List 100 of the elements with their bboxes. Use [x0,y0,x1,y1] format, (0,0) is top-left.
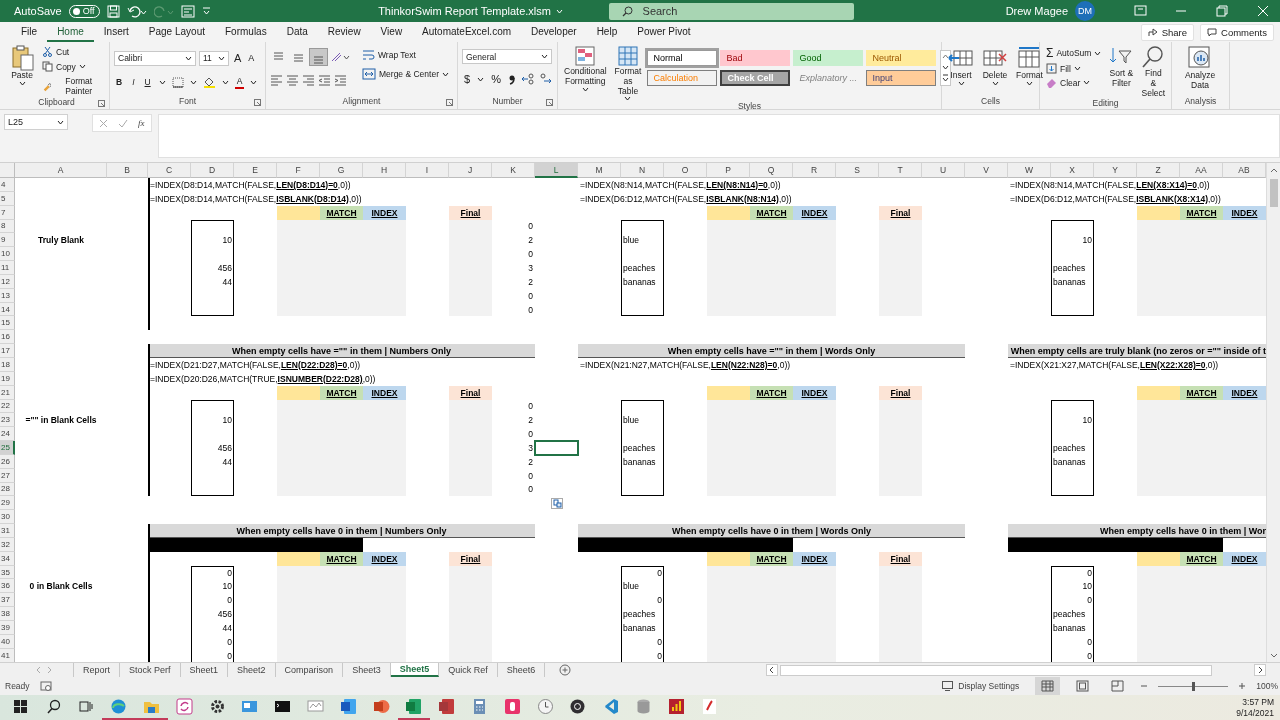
font-color-button[interactable]: A [234,75,245,89]
clock-icon[interactable] [536,698,554,715]
format-as-table-button[interactable]: Format as Table [612,45,644,102]
copy-button[interactable]: Copy [40,60,105,73]
menu-tab[interactable]: Insert [93,26,139,42]
decrease-indent-icon[interactable] [318,74,331,86]
font-name-field[interactable]: Calibri [114,50,196,66]
view-button[interactable] [1035,677,1061,695]
comments-button[interactable]: Comments [1200,24,1274,41]
cut-button[interactable]: Cut [40,45,105,58]
wrap-text-button[interactable]: Wrap Text [360,48,451,62]
dialog-launcher-icon[interactable] [546,99,553,106]
menu-tab[interactable]: Page Layout [138,26,215,42]
column-header[interactable]: W [1008,163,1051,178]
fill-color-icon[interactable] [202,76,216,88]
start-icon[interactable] [11,698,29,715]
column-header[interactable]: C [148,163,191,178]
column-header[interactable]: H [363,163,406,178]
column-header[interactable]: R [793,163,836,178]
cancel-icon[interactable] [99,118,108,128]
zoom-in-icon[interactable] [1238,682,1247,690]
percent-button[interactable]: % [489,71,503,87]
row-header[interactable]: 36 [0,579,15,594]
dialog-launcher-icon[interactable] [98,100,105,107]
column-header[interactable]: S [836,163,879,178]
shrink-font-button[interactable]: A [246,50,257,66]
column-header[interactable]: E [234,163,277,178]
undo-icon[interactable] [126,4,147,18]
row-header[interactable]: 25 [0,441,15,455]
row-header[interactable]: 23 [0,413,15,428]
column-header[interactable]: X [1051,163,1094,178]
app-icon[interactable] [438,698,456,715]
grow-font-button[interactable]: A [232,50,244,66]
align-center-icon[interactable] [286,74,299,86]
row-header[interactable]: 37 [0,593,15,608]
settings-icon[interactable] [208,698,226,715]
task-view-icon[interactable] [77,698,95,715]
menu-tab[interactable]: AutomateExcel.com [412,26,522,42]
insert-button[interactable]: Insert [946,45,976,96]
menu-tab[interactable]: File [11,26,48,42]
row-header[interactable]: 38 [0,607,15,621]
enter-icon[interactable] [118,118,128,128]
cell-style[interactable]: Neutral [866,50,937,66]
column-header[interactable]: L [535,163,578,178]
column-header[interactable]: J [449,163,492,178]
column-header[interactable]: N [621,163,664,178]
font-size-field[interactable]: 11 [199,50,229,66]
row-header[interactable]: 10 [0,247,15,262]
app-icon[interactable] [700,698,718,715]
paste-options-icon[interactable] [550,497,563,509]
search-field[interactable]: Search [608,2,854,20]
column-header[interactable]: M [578,163,621,178]
column-header[interactable]: F [277,163,320,178]
formula-field[interactable] [157,114,1280,158]
menu-tab[interactable]: Data [276,26,318,42]
row-header[interactable]: 30 [0,510,15,525]
dialog-launcher-icon[interactable] [254,99,261,106]
row-header[interactable]: 15 [0,316,15,331]
menu-tab[interactable]: View [370,26,413,42]
cell-style[interactable]: Good [793,50,864,66]
terminal-icon[interactable] [274,698,292,715]
search-icon[interactable] [44,698,62,715]
paste-button[interactable]: Paste [8,45,36,97]
column-header[interactable]: AA [1180,163,1223,178]
row-header[interactable]: 17 [0,344,15,358]
conditional-formatting-button[interactable]: Conditional Formatting [562,45,609,102]
horizontal-scrollbar[interactable] [780,664,1212,676]
scroll-left-icon[interactable] [766,664,778,676]
user-avatar[interactable]: DM [1075,1,1095,21]
sheet-tab[interactable]: Sheet5 [390,663,440,677]
menu-tab[interactable]: Developer [521,26,587,42]
form-icon[interactable] [180,4,195,18]
comma-style-icon[interactable] [507,73,516,85]
app-icon[interactable] [569,698,587,715]
macro-recording-icon[interactable] [39,680,52,692]
zoom-out-icon[interactable] [1140,682,1149,690]
increase-decimal-icon[interactable] [520,73,534,85]
autosum-button[interactable]: Σ AutoSum [1044,45,1104,61]
new-sheet-icon[interactable] [559,663,572,677]
underline-button[interactable]: U [142,74,153,90]
align-left-icon[interactable] [270,74,283,86]
bold-button[interactable]: B [114,74,125,90]
row-header[interactable]: 29 [0,496,15,511]
fill-button[interactable]: Fill [1044,62,1104,75]
app-icon[interactable] [667,698,685,715]
dialog-launcher-icon[interactable] [446,99,453,106]
menu-tab[interactable]: Help [586,26,628,42]
clear-button[interactable]: Clear [1044,76,1104,89]
row-header[interactable]: 11 [0,261,15,275]
column-header[interactable]: O [664,163,707,178]
cell-style[interactable]: Input [866,70,937,86]
currency-button[interactable]: $ [462,71,473,87]
row-header[interactable]: 24 [0,427,15,442]
row-header[interactable]: 16 [0,330,15,345]
number-format-field[interactable]: General [462,49,552,64]
column-header[interactable]: U [922,163,965,178]
decrease-decimal-icon[interactable] [538,73,552,85]
zoom-thumb[interactable] [1192,681,1196,691]
menu-tab[interactable]: Formulas [215,26,277,42]
name-box[interactable]: L25 [4,114,68,130]
